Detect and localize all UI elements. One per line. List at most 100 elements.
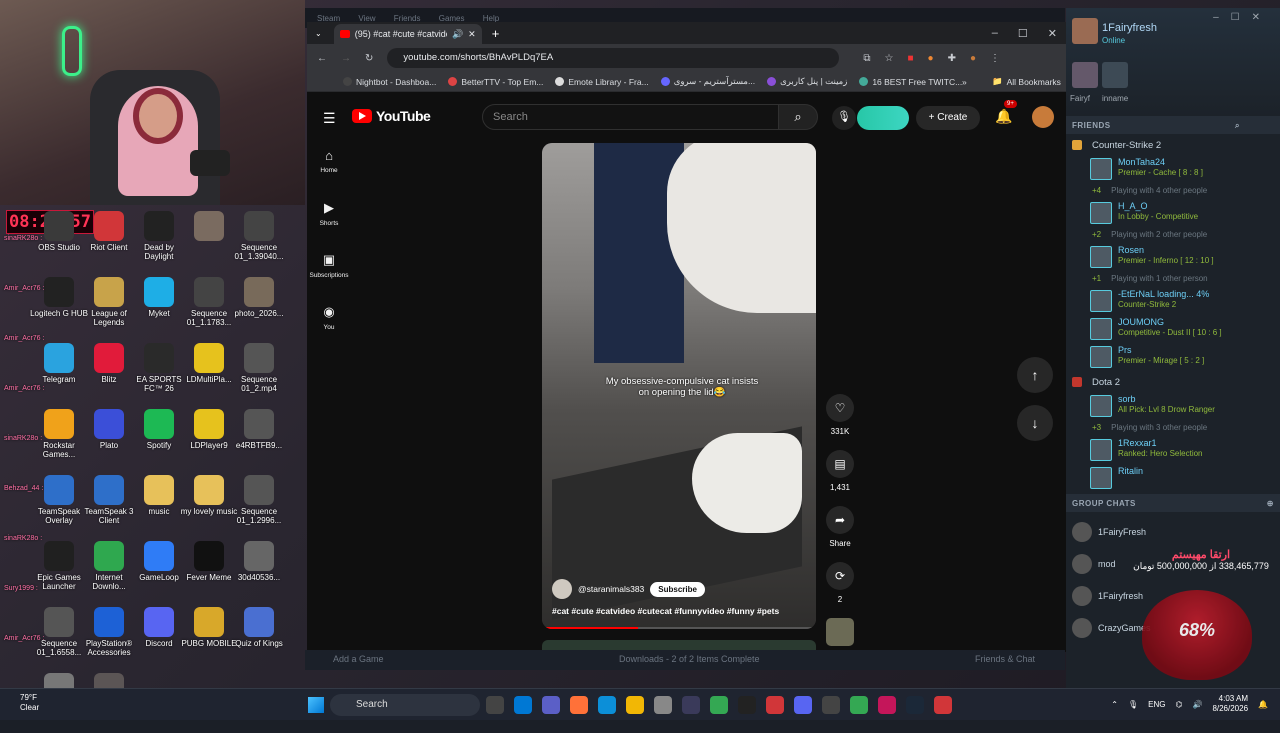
chrome-icon[interactable] xyxy=(710,696,728,714)
friend-row[interactable]: JOUMONG Competitive - Dust II [ 10 : 6 ] xyxy=(1066,315,1280,343)
user-avatar[interactable] xyxy=(1072,18,1098,44)
language-indicator[interactable]: ENG xyxy=(1148,700,1165,709)
friend-row[interactable]: Ritalin xyxy=(1066,464,1280,492)
edge-icon[interactable] xyxy=(598,696,616,714)
extension-icon[interactable]: ■ xyxy=(908,53,914,64)
discord-icon[interactable] xyxy=(794,696,812,714)
search-icon[interactable]: ⌕ xyxy=(1235,121,1240,131)
back-icon[interactable]: ← xyxy=(317,53,327,64)
bookmark-more-icon[interactable]: » xyxy=(962,77,967,87)
bookmark-item[interactable]: زمینت | پنل کاربری xyxy=(767,76,847,87)
next-short-button[interactable]: ↓ xyxy=(1017,405,1053,441)
app-icon[interactable] xyxy=(738,696,756,714)
bookmark-item[interactable]: Emote Library - Fra... xyxy=(555,77,649,87)
sound-thumbnail[interactable] xyxy=(826,618,854,646)
minimize-icon[interactable]: – xyxy=(992,27,998,40)
game-group-header[interactable]: Counter-Strike 2 xyxy=(1066,134,1280,155)
chevron-up-icon[interactable]: ⌃ xyxy=(1111,700,1118,709)
cast-icon[interactable]: ⧉ xyxy=(863,53,870,64)
browser-tab[interactable]: (95) #cat #cute #catvideo # 🔊 ✕ xyxy=(333,24,482,44)
windows-start-icon[interactable] xyxy=(308,697,324,713)
tab-list-icon[interactable]: ⌄ xyxy=(315,29,322,38)
weather-widget[interactable]: 79°F Clear xyxy=(20,693,39,713)
all-bookmarks[interactable]: 📁 All Bookmarks xyxy=(992,76,1061,87)
mic-icon[interactable]: 🎙 xyxy=(1128,700,1138,709)
search-input[interactable]: Search xyxy=(482,104,779,130)
create-button[interactable]: + Create xyxy=(916,106,980,130)
steam-icon[interactable] xyxy=(906,696,924,714)
add-game-button[interactable]: Add a Game xyxy=(333,654,384,664)
downloads-status[interactable]: Downloads - 2 of 2 Items Complete xyxy=(619,654,760,664)
extension-pill-button[interactable] xyxy=(857,106,909,130)
bookmark-item[interactable]: 16 BEST Free TWITC... xyxy=(859,77,962,87)
teams-icon[interactable] xyxy=(542,696,560,714)
voice-search-button[interactable]: 🎙 xyxy=(832,106,856,130)
remix-icon[interactable]: ⟳ xyxy=(826,562,854,590)
extension-icon[interactable]: ● xyxy=(928,53,934,64)
maximize-icon[interactable]: ☐ xyxy=(1018,27,1028,40)
clock[interactable]: 4:03 AM 8/26/2026 xyxy=(1212,694,1248,714)
sidebar-item-home[interactable]: ⌂ Home xyxy=(307,148,351,200)
short-video[interactable]: My obsessive-compulsive cat insists on o… xyxy=(542,143,816,629)
reload-icon[interactable]: ↻ xyxy=(365,53,373,64)
comment-icon[interactable]: ▤ xyxy=(826,450,854,478)
sidebar-item-subscriptions[interactable]: ▣ Subscriptions xyxy=(307,252,351,304)
taskbar-search[interactable]: Search xyxy=(330,694,480,716)
user-name[interactable]: 1Fairyfresh xyxy=(1102,22,1157,34)
friend-row[interactable]: Prs Premier - Mirage [ 5 : 2 ] xyxy=(1066,343,1280,371)
previous-short-button[interactable]: ↑ xyxy=(1017,357,1053,393)
game-group-header[interactable]: Dota 2 xyxy=(1066,371,1280,392)
desktop-icon[interactable]: e4RBTFB9... xyxy=(230,403,288,469)
avatar[interactable] xyxy=(1032,106,1054,128)
settings-icon[interactable] xyxy=(822,696,840,714)
friend-row[interactable]: H_A_O In Lobby - Competitive xyxy=(1066,199,1280,227)
recent-avatar[interactable] xyxy=(1102,62,1128,88)
menu-icon[interactable]: ⋮ xyxy=(990,53,1000,64)
bell-icon[interactable]: 🔔 xyxy=(995,108,1012,125)
friend-row[interactable]: sorb All Pick: Lvl 8 Drow Ranger xyxy=(1066,392,1280,420)
close-tab-icon[interactable]: ✕ xyxy=(468,29,476,40)
url-input[interactable]: youtube.com/shorts/BhAvPLDq7EA xyxy=(387,48,840,68)
bookmark-item[interactable]: Nightbot - Dashboa... xyxy=(343,77,436,87)
audio-icon[interactable]: 🔊 xyxy=(452,29,463,40)
recent-avatar[interactable] xyxy=(1072,62,1098,88)
sidebar-item-shorts[interactable]: ▶ Shorts xyxy=(307,200,351,252)
app-icon[interactable] xyxy=(682,696,700,714)
desktop-icon[interactable]: photo_2026... xyxy=(230,271,288,337)
hamburger-menu-icon[interactable]: ☰ xyxy=(323,110,336,127)
friends-window-controls[interactable]: –☐✕ xyxy=(1213,12,1272,23)
subscribe-button[interactable]: Subscribe xyxy=(650,581,705,597)
desktop-icon[interactable]: 30d40536... xyxy=(230,535,288,601)
volume-icon[interactable]: 🔊 xyxy=(1192,700,1202,709)
video-hashtags[interactable]: #cat #cute #catvideo #cutecat #funnyvide… xyxy=(552,606,779,616)
network-icon[interactable]: ⌬ xyxy=(1175,700,1182,709)
bookmark-item[interactable]: BetterTTV - Top Em... xyxy=(448,77,543,87)
share-icon[interactable]: ➦ xyxy=(826,506,854,534)
channel-name[interactable]: @staranimals383 xyxy=(578,584,644,594)
puzzle-icon[interactable]: ✚ xyxy=(948,53,956,64)
firefox-icon[interactable] xyxy=(570,696,588,714)
desktop-icon[interactable]: Sequence 01_1.39040... xyxy=(230,205,288,271)
channel-avatar[interactable] xyxy=(552,579,572,599)
friend-row[interactable]: -EtErNaL loading... 4% Counter-Strike 2 xyxy=(1066,287,1280,315)
search-button[interactable]: ⌕ xyxy=(778,104,818,130)
sidebar-item-you[interactable]: ◉ You xyxy=(307,304,351,356)
task-view-icon[interactable] xyxy=(486,696,504,714)
like-icon[interactable]: ♡ xyxy=(826,394,854,422)
friend-row[interactable]: Rosen Premier - Inferno [ 12 : 10 ] xyxy=(1066,243,1280,271)
friends-chat-button[interactable]: Friends & Chat xyxy=(975,654,1035,664)
desktop-icon[interactable]: Quiz of Kings xyxy=(230,601,288,667)
riot-icon[interactable] xyxy=(766,696,784,714)
add-group-icon[interactable]: ⊕ xyxy=(1267,499,1274,508)
app-icon[interactable] xyxy=(878,696,896,714)
copilot-icon[interactable] xyxy=(514,696,532,714)
youtube-logo[interactable]: YouTube xyxy=(352,108,431,124)
star-icon[interactable]: ☆ xyxy=(885,53,894,64)
desktop-icon[interactable]: Sequence 01_1.2996... xyxy=(230,469,288,535)
friend-row[interactable]: MonTaha24 Premier - Cache [ 8 : 8 ] xyxy=(1066,155,1280,183)
friend-row[interactable]: 1Rexxar1 Ranked: Hero Selection xyxy=(1066,436,1280,464)
group-chat-row[interactable]: 1FairyFresh xyxy=(1066,516,1280,548)
video-progress[interactable] xyxy=(542,627,816,629)
file-explorer-icon[interactable] xyxy=(626,696,644,714)
forward-icon[interactable]: → xyxy=(341,53,351,64)
